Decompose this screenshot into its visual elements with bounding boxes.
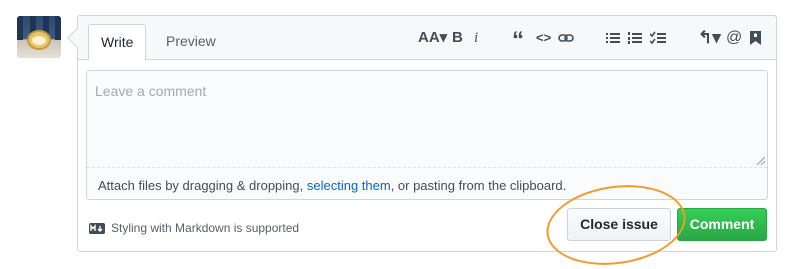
tab-preview[interactable]: Preview — [154, 24, 228, 61]
avatar[interactable] — [17, 16, 61, 58]
tab-write[interactable]: Write — [88, 24, 147, 61]
comment-field-wrapper: Attach files by dragging & dropping, sel… — [86, 70, 768, 200]
bold-icon[interactable]: B — [452, 28, 463, 48]
comment-form: Write Preview AA▾ B i “ <> ↰▾ @ Leave a … — [67, 15, 777, 252]
attach-text-after: , or pasting from the clipboard. — [390, 178, 567, 193]
code-icon[interactable]: <> — [536, 28, 551, 48]
comment-button[interactable]: Comment — [677, 208, 767, 241]
link-icon[interactable] — [558, 28, 574, 48]
resize-handle-icon[interactable] — [755, 155, 765, 165]
markdown-icon — [89, 222, 105, 234]
reply-icon[interactable]: ↰▾ — [698, 28, 721, 48]
attach-files-hint: Attach files by dragging & dropping, sel… — [98, 178, 566, 193]
markdown-support-note[interactable]: Styling with Markdown is supported — [89, 221, 299, 235]
numbered-list-icon[interactable] — [628, 28, 642, 48]
comment-header: Write Preview AA▾ B i “ <> ↰▾ @ — [78, 16, 776, 61]
close-issue-button[interactable]: Close issue — [567, 208, 671, 241]
italic-icon[interactable]: i — [474, 28, 478, 48]
select-files-link[interactable]: selecting them — [307, 178, 391, 193]
mention-icon[interactable]: @ — [726, 28, 742, 48]
bullet-list-icon[interactable] — [606, 28, 620, 48]
task-list-icon[interactable] — [650, 28, 666, 48]
attach-text-before: Attach files by dragging & dropping, — [98, 178, 307, 193]
comment-input[interactable] — [87, 71, 767, 168]
text-size-icon[interactable]: AA▾ — [418, 28, 447, 48]
quote-icon[interactable]: “ — [512, 28, 524, 54]
markdown-note-label: Styling with Markdown is supported — [111, 221, 300, 235]
bookmark-icon[interactable] — [750, 28, 761, 48]
